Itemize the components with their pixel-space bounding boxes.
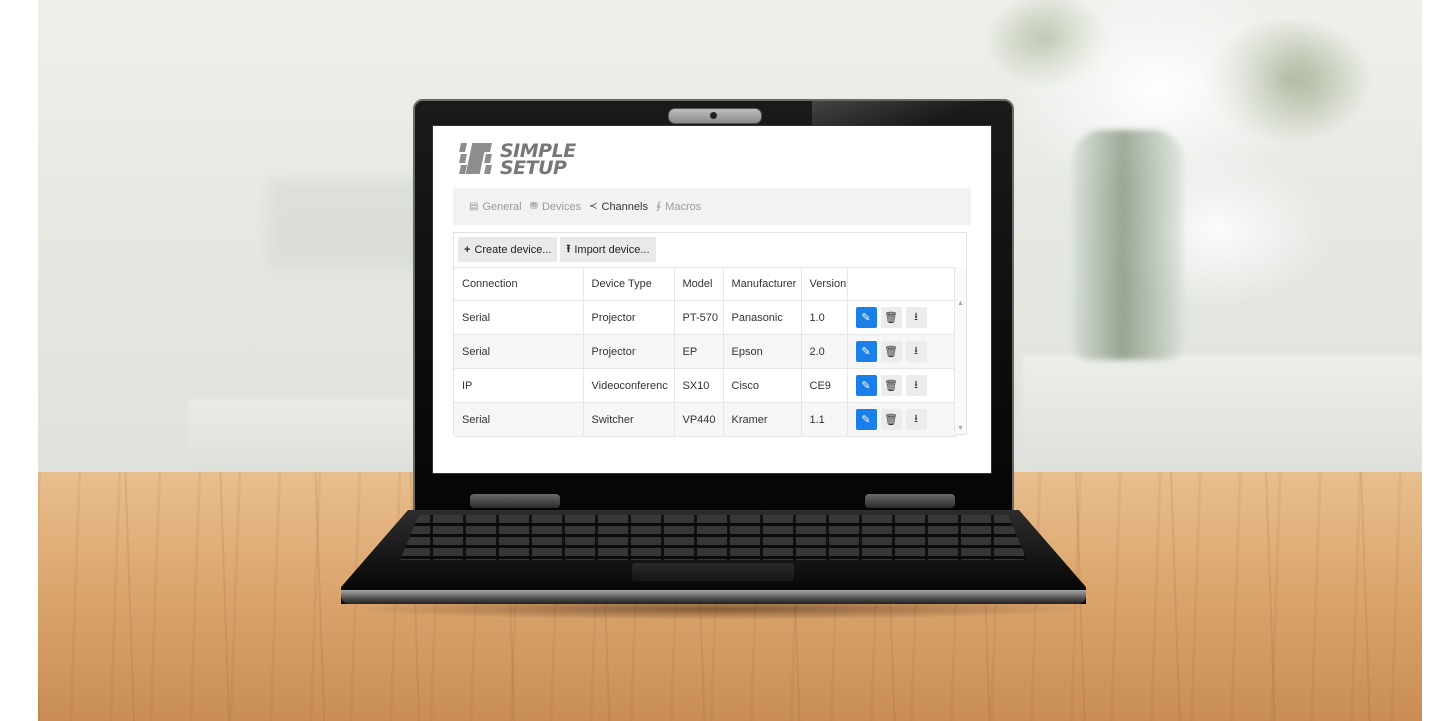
app-logo: SIMPLE SETUP <box>457 137 576 183</box>
webcam <box>668 108 762 124</box>
cell-manufacturer: Kramer <box>723 402 802 437</box>
nav-item-label: Channels <box>601 200 648 213</box>
keyboard-rows <box>400 515 1027 560</box>
cell-manufacturer: Epson <box>723 334 802 369</box>
scroll-up-icon[interactable]: ▲ <box>957 300 964 307</box>
download-button[interactable]: ⭳ <box>905 409 927 430</box>
nav-item-label: Devices <box>541 200 582 213</box>
webcam-lens <box>710 112 717 119</box>
cell-actions: ✎ 🗑 ⭳ <box>847 334 957 369</box>
nav-item-channels[interactable]: ≺ Channels <box>589 201 648 213</box>
trash-icon: 🗑 <box>884 380 898 392</box>
column-header-manufacturer[interactable]: Manufacturer <box>723 267 802 301</box>
download-icon: ⭳ <box>914 413 918 425</box>
delete-button[interactable]: 🗑 <box>880 307 902 328</box>
plus-icon: + <box>464 243 471 256</box>
import-device-button[interactable]: ⭱ Import device... <box>560 237 656 262</box>
pencil-icon: ✎ <box>861 414 871 426</box>
logo-text: SIMPLE SETUP <box>500 142 576 179</box>
nav-item-macros[interactable]: ∮ Macros <box>656 201 701 213</box>
cell-version: 1.0 <box>801 300 848 335</box>
table-row[interactable]: Serial Projector EP Epson 2.0 ✎ 🗑 ⭳ <box>454 334 957 369</box>
devices-panel: + Create device... ⭱ Import device... Co… <box>453 232 967 437</box>
cell-actions: ✎ 🗑 ⭳ <box>847 368 957 403</box>
cell-manufacturer: Cisco <box>723 368 802 403</box>
cell-version: 2.0 <box>801 334 848 369</box>
download-button[interactable]: ⭳ <box>905 307 927 328</box>
trash-icon: 🗑 <box>884 312 898 324</box>
upload-icon: ⭱ <box>566 243 571 255</box>
cell-device-type: Videoconferenc <box>583 368 675 403</box>
laptop-base-edge <box>341 590 1086 604</box>
column-header-version[interactable]: Version <box>801 267 848 301</box>
download-button[interactable]: ⭳ <box>905 375 927 396</box>
logo-line-2: SETUP <box>500 157 567 179</box>
delete-button[interactable]: 🗑 <box>880 409 902 430</box>
table-row[interactable]: Serial Switcher VP440 Kramer 1.1 ✎ 🗑 ⭳ <box>454 402 957 437</box>
cell-device-type: Switcher <box>583 402 675 437</box>
column-header-device-type[interactable]: Device Type <box>583 267 675 301</box>
import-device-label: Import device... <box>574 243 650 256</box>
cell-device-type: Projector <box>583 334 675 369</box>
download-button[interactable]: ⭳ <box>905 341 927 362</box>
table-row[interactable]: Serial Projector PT-570 Panasonic 1.0 ✎ … <box>454 300 957 335</box>
cell-version: CE9 <box>801 368 848 403</box>
device-toolbar: + Create device... ⭱ Import device... <box>458 237 659 262</box>
cell-connection: Serial <box>454 402 584 437</box>
trash-icon: 🗑 <box>884 346 898 358</box>
devices-icon: ⛃ <box>529 201 538 212</box>
column-header-model[interactable]: Model <box>674 267 724 301</box>
cell-connection: Serial <box>454 300 584 335</box>
devices-table: Connection Device Type Model Manufacture… <box>454 267 957 437</box>
edit-button[interactable]: ✎ <box>855 375 877 396</box>
touchpad <box>632 563 794 581</box>
table-scrollbar[interactable]: ▲ ▼ <box>954 267 966 434</box>
column-header-connection[interactable]: Connection <box>454 267 584 301</box>
delete-button[interactable]: 🗑 <box>880 341 902 362</box>
cell-actions: ✎ 🗑 ⭳ <box>847 300 957 335</box>
document-icon: ▤ <box>469 201 479 212</box>
delete-button[interactable]: 🗑 <box>880 375 902 396</box>
column-header-actions <box>847 267 957 301</box>
cell-actions: ✎ 🗑 ⭳ <box>847 402 957 437</box>
cell-manufacturer: Panasonic <box>723 300 802 335</box>
cell-connection: IP <box>454 368 584 403</box>
download-icon: ⭳ <box>914 379 918 391</box>
blurred-shelf <box>188 400 418 480</box>
cell-model: SX10 <box>674 368 724 403</box>
pencil-icon: ✎ <box>861 346 871 358</box>
macro-icon: ∮ <box>655 201 662 212</box>
laptop-screen: SIMPLE SETUP ▤ General ⛃ Devices ≺ Chann… <box>432 125 992 474</box>
cell-version: 1.1 <box>801 402 848 437</box>
nav-item-label: Macros <box>665 200 702 213</box>
nav-item-devices[interactable]: ⛃ Devices <box>530 201 582 213</box>
pencil-icon: ✎ <box>861 380 871 392</box>
cell-model: EP <box>674 334 724 369</box>
edit-button[interactable]: ✎ <box>855 341 877 362</box>
nav-item-general[interactable]: ▤ General <box>469 201 522 213</box>
nav-item-label: General <box>482 200 522 213</box>
laptop-hinge-right <box>865 494 955 508</box>
edit-button[interactable]: ✎ <box>855 409 877 430</box>
scroll-down-icon[interactable]: ▼ <box>957 425 964 432</box>
table-header-row: Connection Device Type Model Manufacture… <box>454 267 957 301</box>
cell-model: VP440 <box>674 402 724 437</box>
download-icon: ⭳ <box>914 345 918 357</box>
create-device-button[interactable]: + Create device... <box>458 237 558 262</box>
main-nav: ▤ General ⛃ Devices ≺ Channels ∮ Macros <box>453 188 971 225</box>
download-icon: ⭳ <box>914 311 918 323</box>
table-row[interactable]: IP Videoconferenc SX10 Cisco CE9 ✎ 🗑 ⭳ <box>454 368 957 403</box>
laptop-hinge-left <box>470 494 560 508</box>
share-icon: ≺ <box>589 201 598 212</box>
create-device-label: Create device... <box>474 243 552 256</box>
trash-icon: 🗑 <box>884 414 898 426</box>
pencil-icon: ✎ <box>861 312 871 324</box>
cell-connection: Serial <box>454 334 584 369</box>
logo-mark-icon <box>457 139 495 181</box>
flower-vase <box>1073 130 1183 360</box>
cell-device-type: Projector <box>583 300 675 335</box>
cell-model: PT-570 <box>674 300 724 335</box>
blurred-cabinet <box>1023 355 1422 480</box>
edit-button[interactable]: ✎ <box>855 307 877 328</box>
